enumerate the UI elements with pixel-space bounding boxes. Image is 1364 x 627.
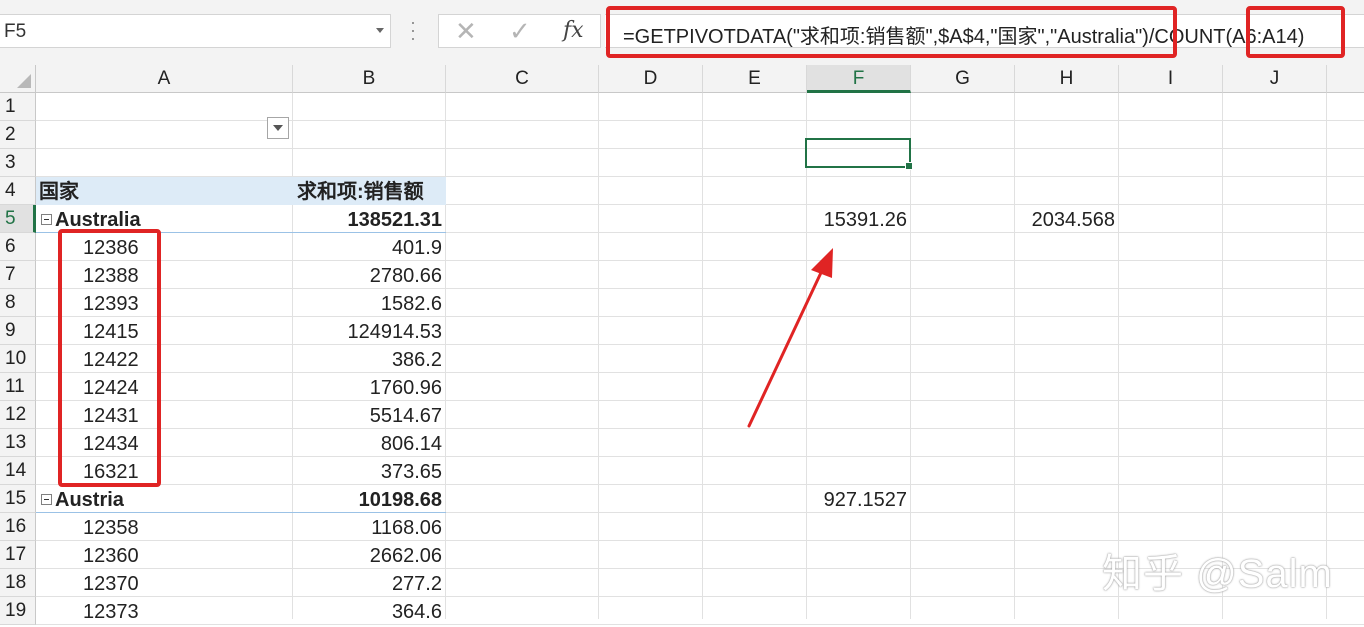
annotation-arrow xyxy=(747,248,833,428)
active-cell-border xyxy=(805,138,913,170)
watermark: 知乎 @Salm xyxy=(1102,552,1333,596)
filter-dropdown-icon[interactable] xyxy=(267,117,289,139)
fill-handle[interactable] xyxy=(905,162,913,170)
